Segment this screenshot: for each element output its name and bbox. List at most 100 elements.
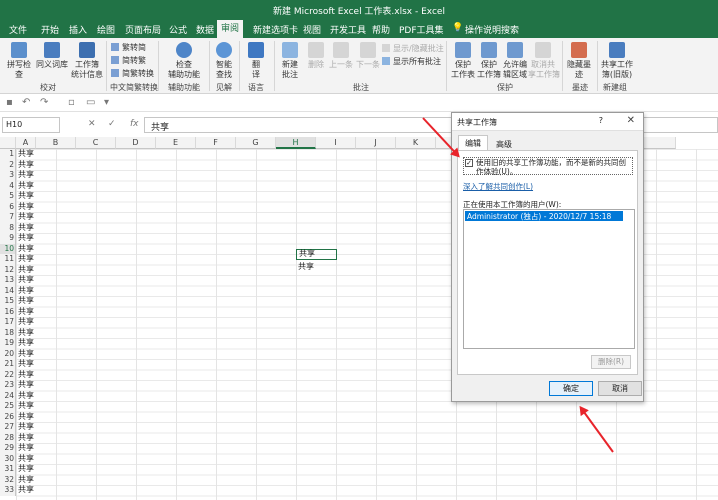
- row-header[interactable]: 30: [0, 453, 16, 464]
- cell-a[interactable]: 共享: [18, 338, 34, 349]
- row-header[interactable]: 33: [0, 485, 16, 496]
- cell-a[interactable]: 共享: [18, 191, 34, 202]
- checkbox-mark[interactable]: ✓: [465, 159, 473, 167]
- cancel-icon[interactable]: ✕: [88, 119, 96, 129]
- tab-data[interactable]: 数据: [193, 23, 217, 36]
- tab-developer[interactable]: 开发工具: [327, 23, 369, 36]
- enter-icon[interactable]: ✓: [108, 119, 116, 129]
- selected-cell-h10[interactable]: 共享: [296, 249, 337, 260]
- cell-h11[interactable]: 共享: [298, 261, 314, 272]
- remove-user-button[interactable]: 删除(R): [591, 355, 631, 369]
- users-list[interactable]: Administrator (独占) - 2020/12/7 15:18: [463, 209, 635, 349]
- row-header[interactable]: 9: [0, 233, 16, 244]
- smart-lookup-button[interactable]: 智能 查找: [213, 42, 235, 80]
- cell-a[interactable]: 共享: [18, 370, 34, 381]
- cell-a[interactable]: 共享: [18, 433, 34, 444]
- column-header[interactable]: F: [196, 137, 236, 149]
- simp-to-trad-button[interactable]: 简转繁: [111, 55, 146, 66]
- column-header[interactable]: G: [236, 137, 276, 149]
- row-header[interactable]: 32: [0, 474, 16, 485]
- name-box[interactable]: H10: [2, 117, 60, 133]
- cell-a[interactable]: 共享: [18, 475, 34, 486]
- cell-a[interactable]: 共享: [18, 296, 34, 307]
- ok-button[interactable]: 确定: [549, 381, 593, 396]
- tab-help[interactable]: 帮助: [369, 23, 393, 36]
- column-header[interactable]: E: [156, 137, 196, 149]
- cell-a[interactable]: 共享: [18, 422, 34, 433]
- cell-a[interactable]: 共享: [18, 149, 34, 160]
- check-accessibility-button[interactable]: 检查 辅助功能: [164, 42, 204, 80]
- column-header[interactable]: H: [276, 137, 316, 149]
- delete-comment-button[interactable]: 删除: [305, 42, 327, 70]
- row-header[interactable]: 8: [0, 222, 16, 233]
- cell-a[interactable]: 共享: [18, 359, 34, 370]
- row-header[interactable]: 7: [0, 212, 16, 223]
- cell-a[interactable]: 共享: [18, 317, 34, 328]
- trad-to-simp-button[interactable]: 繁转简: [111, 42, 146, 53]
- tab-file[interactable]: 文件: [6, 23, 30, 36]
- cell-a[interactable]: 共享: [18, 307, 34, 318]
- cell-a[interactable]: 共享: [18, 202, 34, 213]
- tab-edit[interactable]: 编辑: [458, 135, 488, 150]
- convert-button[interactable]: 简繁转换: [111, 68, 154, 79]
- hide-ink-button[interactable]: 隐藏墨 迹: [566, 42, 592, 80]
- row-header[interactable]: 2: [0, 159, 16, 170]
- learn-more-link[interactable]: 深入了解共同创作(L): [463, 181, 533, 192]
- cell-a[interactable]: 共享: [18, 160, 34, 171]
- share-workbook-legacy-button[interactable]: 共享工作 簿(旧版): [600, 42, 634, 80]
- new-file-icon[interactable]: ▫: [68, 97, 75, 108]
- column-header[interactable]: D: [116, 137, 156, 149]
- cell-a[interactable]: 共享: [18, 286, 34, 297]
- tab-draw[interactable]: 绘图: [94, 23, 118, 36]
- help-button[interactable]: ?: [599, 116, 603, 125]
- row-header[interactable]: 23: [0, 380, 16, 391]
- customize-qat-icon[interactable]: ▾: [104, 97, 109, 108]
- row-header[interactable]: 10: [0, 243, 16, 254]
- row-header[interactable]: 26: [0, 411, 16, 422]
- cell-a[interactable]: 共享: [18, 401, 34, 412]
- row-header[interactable]: 1: [0, 149, 16, 160]
- cell-a[interactable]: 共享: [18, 485, 34, 496]
- unshare-workbook-button[interactable]: 取消共 享工作簿: [528, 42, 560, 80]
- list-item[interactable]: Administrator (独占) - 2020/12/7 15:18: [465, 211, 623, 221]
- undo-icon[interactable]: ↶: [22, 97, 30, 108]
- allow-edit-ranges-button[interactable]: 允许编 辑区域: [502, 42, 528, 80]
- thesaurus-button[interactable]: 同义词库: [36, 42, 68, 70]
- tab-insert[interactable]: 插入: [66, 23, 90, 36]
- row-header[interactable]: 18: [0, 327, 16, 338]
- legacy-share-checkbox[interactable]: ✓ 使用旧的共享工作簿功能，而不是新的共同创作体验(U)。: [463, 157, 633, 176]
- tab-review[interactable]: 审阅: [217, 20, 244, 38]
- cell-a[interactable]: 共享: [18, 265, 34, 276]
- previous-comment-button[interactable]: 上一条: [328, 42, 354, 70]
- protect-workbook-button[interactable]: 保护 工作簿: [476, 42, 502, 80]
- cell-a[interactable]: 共享: [18, 454, 34, 465]
- row-header[interactable]: 29: [0, 443, 16, 454]
- tell-me-search[interactable]: 操作说明搜索: [462, 23, 522, 36]
- protect-sheet-button[interactable]: 保护 工作表: [450, 42, 476, 80]
- spell-check-button[interactable]: 拼写检查: [4, 42, 34, 80]
- row-header[interactable]: 13: [0, 275, 16, 286]
- cell-a[interactable]: 共享: [18, 244, 34, 255]
- row-header[interactable]: 6: [0, 201, 16, 212]
- row-header[interactable]: 27: [0, 422, 16, 433]
- tab-view[interactable]: 视图: [300, 23, 324, 36]
- cell-a[interactable]: 共享: [18, 181, 34, 192]
- row-header[interactable]: 24: [0, 390, 16, 401]
- cell-a[interactable]: 共享: [18, 212, 34, 223]
- column-header[interactable]: I: [316, 137, 356, 149]
- column-header[interactable]: K: [396, 137, 436, 149]
- row-header[interactable]: 28: [0, 432, 16, 443]
- tab-formulas[interactable]: 公式: [166, 23, 190, 36]
- row-header[interactable]: 15: [0, 296, 16, 307]
- column-header[interactable]: J: [356, 137, 396, 149]
- column-header[interactable]: C: [76, 137, 116, 149]
- row-header[interactable]: 25: [0, 401, 16, 412]
- show-all-comments-button[interactable]: 显示所有批注: [382, 56, 441, 67]
- row-header[interactable]: 20: [0, 348, 16, 359]
- translate-button[interactable]: 翻 译: [245, 42, 267, 80]
- row-header[interactable]: 31: [0, 464, 16, 475]
- cell-a[interactable]: 共享: [18, 443, 34, 454]
- next-comment-button[interactable]: 下一条: [355, 42, 381, 70]
- cell-a[interactable]: 共享: [18, 328, 34, 339]
- show-hide-comment-button[interactable]: 显示/隐藏批注: [382, 43, 444, 54]
